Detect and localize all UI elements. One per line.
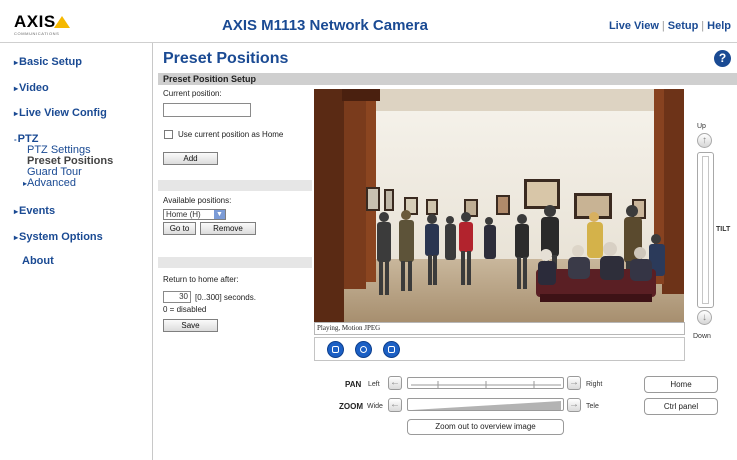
sidebar-item-about[interactable]: About xyxy=(22,255,54,267)
add-button[interactable]: Add xyxy=(163,152,218,165)
return-home-input[interactable]: 30 xyxy=(163,291,191,303)
zoom-out-overview-button[interactable]: Zoom out to overview image xyxy=(407,419,564,435)
camera-video-feed[interactable] xyxy=(314,89,684,322)
zoom-tele-button[interactable]: → xyxy=(567,398,581,412)
panel-divider xyxy=(158,180,312,191)
top-nav: Live View | Setup | Help xyxy=(609,20,731,32)
axis-logo[interactable]: AXIS xyxy=(14,12,70,32)
home-button[interactable]: Home xyxy=(644,376,718,393)
stop-icon xyxy=(332,346,339,353)
zoom-wide-button[interactable]: ← xyxy=(388,398,402,412)
video-image xyxy=(314,89,684,322)
pan-label: PAN xyxy=(345,380,362,389)
sidebar-item-video[interactable]: ▸Video xyxy=(14,82,49,94)
product-title: AXIS M1113 Network Camera xyxy=(222,17,428,34)
nav-separator: | xyxy=(701,20,705,32)
fullscreen-icon xyxy=(388,346,395,353)
tilt-slider-track xyxy=(702,156,709,304)
zoom-slider[interactable] xyxy=(407,398,564,411)
nav-separator: | xyxy=(661,20,665,32)
use-as-home-checkbox[interactable] xyxy=(164,130,173,139)
zoom-label: ZOOM xyxy=(339,402,363,411)
disabled-note: 0 = disabled xyxy=(163,305,207,314)
pan-right-label: Right xyxy=(586,381,603,388)
video-status-bar: Playing, Motion JPEG xyxy=(314,322,685,335)
tilt-up-button[interactable]: ↑ xyxy=(697,133,712,148)
page-title: Preset Positions xyxy=(163,50,289,67)
tilt-down-button[interactable]: ↓ xyxy=(697,310,712,325)
return-home-label: Return to home after: xyxy=(163,275,239,284)
zoom-tele-label: Tele xyxy=(586,403,599,410)
preset-form-panel xyxy=(158,85,312,460)
pan-slider-track xyxy=(411,381,561,389)
save-button[interactable]: Save xyxy=(163,319,218,332)
available-positions-label: Available positions: xyxy=(163,196,232,205)
section-title: Preset Position Setup xyxy=(163,74,257,84)
camera-icon xyxy=(360,346,367,353)
header: AXIS COMMUNICATIONS AXIS M1113 Network C… xyxy=(0,0,737,42)
view-full-button[interactable] xyxy=(383,341,400,358)
tilt-up-label: Up xyxy=(697,123,706,130)
remove-button[interactable]: Remove xyxy=(200,222,256,235)
goto-button[interactable]: Go to xyxy=(163,222,196,235)
tilt-label: TILT xyxy=(716,226,731,233)
stop-button[interactable] xyxy=(327,341,344,358)
zoom-wide-label: Wide xyxy=(367,403,383,410)
pan-right-button[interactable]: → xyxy=(567,376,581,390)
pan-slider[interactable] xyxy=(407,377,564,389)
live-view-link[interactable]: Live View xyxy=(609,20,659,32)
sidebar-item-basic-setup[interactable]: ▸Basic Setup xyxy=(14,56,82,68)
return-home-units: [0..300] seconds. xyxy=(195,293,256,302)
pan-left-button[interactable]: ← xyxy=(388,376,402,390)
tilt-down-label: Down xyxy=(693,333,711,340)
current-position-input[interactable] xyxy=(163,103,251,117)
help-link[interactable]: Help xyxy=(707,20,731,32)
current-position-label: Current position: xyxy=(163,89,222,98)
zoom-slider-track xyxy=(412,401,561,410)
sidebar-item-system-options[interactable]: ▸System Options xyxy=(14,231,103,243)
help-icon[interactable]: ? xyxy=(714,50,731,67)
setup-link[interactable]: Setup xyxy=(668,20,699,32)
sidebar-item-events[interactable]: ▸Events xyxy=(14,205,55,217)
sidebar-item-live-view-config[interactable]: ▸Live View Config xyxy=(14,107,107,119)
use-as-home-label: Use current position as Home xyxy=(178,130,284,139)
snapshot-button[interactable] xyxy=(355,341,372,358)
logo-triangle-icon xyxy=(53,16,70,28)
available-positions-select[interactable]: Home (H) ▼ xyxy=(163,209,226,220)
logo-subtitle: COMMUNICATIONS xyxy=(14,31,60,36)
ctrl-panel-button[interactable]: Ctrl panel xyxy=(644,398,718,415)
chevron-down-icon: ▼ xyxy=(214,210,225,219)
pan-left-label: Left xyxy=(368,381,380,388)
sidebar-item-advanced[interactable]: ▸Advanced xyxy=(23,178,76,189)
panel-divider xyxy=(158,257,312,268)
tilt-slider[interactable] xyxy=(697,152,714,308)
sidebar xyxy=(0,43,153,460)
